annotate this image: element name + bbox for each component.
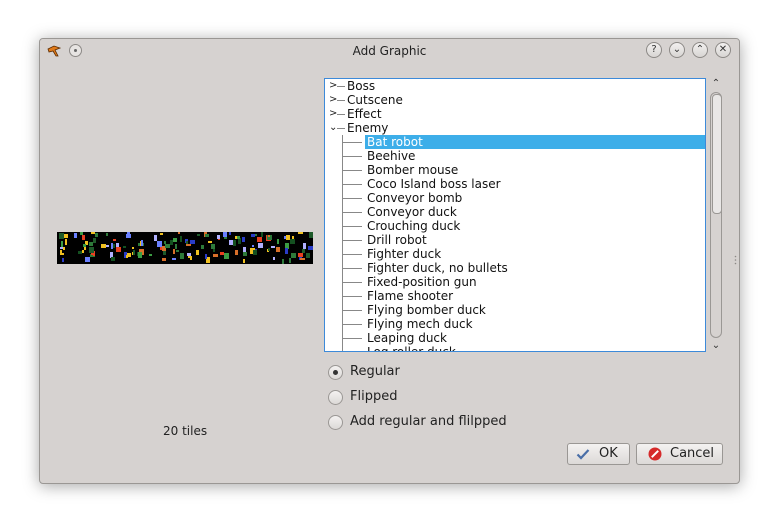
tree-item-label: Conveyor bomb xyxy=(367,191,463,205)
scroll-track[interactable] xyxy=(710,92,722,338)
tree-branch-line xyxy=(343,324,362,325)
tree-item-enemy-child[interactable]: Beehive xyxy=(325,149,705,163)
tree-item-effect[interactable]: > Effect xyxy=(325,107,705,121)
tree-item-label: Flame shooter xyxy=(367,289,454,303)
cancel-button[interactable]: Cancel xyxy=(636,443,723,465)
expand-arrow-icon[interactable]: > xyxy=(329,93,337,107)
tree-item-label: Cutscene xyxy=(347,93,403,107)
tree-branch-line xyxy=(343,184,362,185)
tree-item-enemy-child[interactable]: Fighter duck, no bullets xyxy=(325,261,705,275)
tree-branch-line xyxy=(343,310,362,311)
scroll-down-icon[interactable]: ⌄ xyxy=(710,340,722,352)
help-icon[interactable]: ? xyxy=(646,42,662,58)
radio-button[interactable] xyxy=(328,390,343,405)
cancel-icon xyxy=(648,447,662,461)
tree-branch-line xyxy=(343,142,362,143)
tree-branch-line xyxy=(343,240,362,241)
tree-item-enemy-child[interactable]: Conveyor bomb xyxy=(325,191,705,205)
tree-item-enemy-child[interactable]: Flying bomber duck xyxy=(325,303,705,317)
ok-button[interactable]: OK xyxy=(567,443,630,465)
expand-arrow-icon[interactable]: > xyxy=(329,107,337,121)
tree-item-label: Flying mech duck xyxy=(367,317,473,331)
tile-strip-image xyxy=(59,232,313,264)
tree-branch-line xyxy=(343,296,362,297)
tree-item-label: Beehive xyxy=(367,149,416,163)
close-icon[interactable]: ✕ xyxy=(715,42,731,58)
tree-item-label: Crouching duck xyxy=(367,219,461,233)
radio-button[interactable] xyxy=(328,365,343,380)
tree-item-enemy[interactable]: ⌄ Enemy xyxy=(325,121,705,135)
tree-item-label: Fixed-position gun xyxy=(367,275,477,289)
tree-branch-line xyxy=(343,226,362,227)
title-bar: Add Graphic ? ⌄ ⌃ ✕ xyxy=(40,39,739,63)
tree-item-enemy-child[interactable]: Leaping duck xyxy=(325,331,705,345)
tree-branch-line xyxy=(343,170,362,171)
tree-item-label: Conveyor duck xyxy=(367,205,457,219)
collapse-arrow-icon[interactable]: ⌄ xyxy=(329,121,337,135)
tree-item-enemy-child[interactable]: Flame shooter xyxy=(325,289,705,303)
graphic-preview xyxy=(57,232,313,264)
tile-count-label: 20 tiles xyxy=(163,424,208,438)
ok-button-label: OK xyxy=(599,446,618,461)
resize-grip-icon[interactable] xyxy=(734,255,737,265)
tree-item-label: Flying bomber duck xyxy=(367,303,486,317)
tree-item-label: Leaping duck xyxy=(367,331,447,345)
tree-item-label: Bomber mouse xyxy=(367,163,459,177)
scroll-up-icon[interactable]: ⌃ xyxy=(710,78,722,90)
tree-item-label: Effect xyxy=(347,107,382,121)
tree-item-enemy-child[interactable]: Crouching duck xyxy=(325,219,705,233)
tree-item-enemy-child[interactable]: Coco Island boss laser xyxy=(325,177,705,191)
graphic-tree[interactable]: > Boss > Cutscene > Effect ⌄ Enemy Bat r… xyxy=(324,78,706,352)
tree-branch-line xyxy=(343,212,362,213)
expand-arrow-icon[interactable]: > xyxy=(329,79,337,93)
tree-item-enemy-child[interactable]: Drill robot xyxy=(325,233,705,247)
tree-scrollbar[interactable]: ⌃ ⌄ xyxy=(707,78,725,352)
tree-branch-line xyxy=(343,254,362,255)
tree-item-enemy-child[interactable]: Fighter duck xyxy=(325,247,705,261)
tree-item-boss[interactable]: > Boss xyxy=(325,79,705,93)
add-graphic-dialog: Add Graphic ? ⌄ ⌃ ✕ 20 tiles > Boss > Cu… xyxy=(39,38,740,484)
radio-regular-label: Regular xyxy=(350,364,400,379)
tree-item-enemy-child[interactable]: Flying mech duck xyxy=(325,317,705,331)
tree-item-label: Fighter duck xyxy=(367,247,442,261)
tree-item-label: Coco Island boss laser xyxy=(367,177,501,191)
radio-checked-dot xyxy=(333,370,338,375)
maximize-icon[interactable]: ⌃ xyxy=(692,42,708,58)
tree-item-cutscene[interactable]: > Cutscene xyxy=(325,93,705,107)
radio-button[interactable] xyxy=(328,415,343,430)
tree-item-enemy-child[interactable]: Bat robot xyxy=(325,135,705,149)
tree-branch-line xyxy=(343,338,362,339)
checkmark-icon xyxy=(576,449,590,460)
tree-item-label: Fighter duck, no bullets xyxy=(367,261,508,275)
tree-branch-line xyxy=(343,282,362,283)
tree-item-enemy-child[interactable]: Log roller duck xyxy=(325,345,705,352)
tree-item-enemy-child[interactable]: Conveyor duck xyxy=(325,205,705,219)
tree-branch-line xyxy=(343,268,362,269)
tree-branch-line xyxy=(343,156,362,157)
window-title: Add Graphic xyxy=(352,44,427,58)
tree-item-label: Enemy xyxy=(347,121,389,135)
tree-item-label: Boss xyxy=(347,79,376,93)
tree-item-label: Drill robot xyxy=(367,233,427,247)
tree-item-label: Log roller duck xyxy=(367,345,456,352)
tree-item-enemy-child[interactable]: Bomber mouse xyxy=(325,163,705,177)
radio-flipped-label: Flipped xyxy=(350,389,398,404)
tree-branch-line xyxy=(343,198,362,199)
tree-item-label: Bat robot xyxy=(367,135,423,149)
tree-item-enemy-child[interactable]: Fixed-position gun xyxy=(325,275,705,289)
minimize-icon[interactable]: ⌄ xyxy=(669,42,685,58)
radio-both-label: Add regular and flilpped xyxy=(350,414,507,429)
cancel-button-label: Cancel xyxy=(670,446,715,461)
scroll-thumb[interactable] xyxy=(712,94,722,214)
